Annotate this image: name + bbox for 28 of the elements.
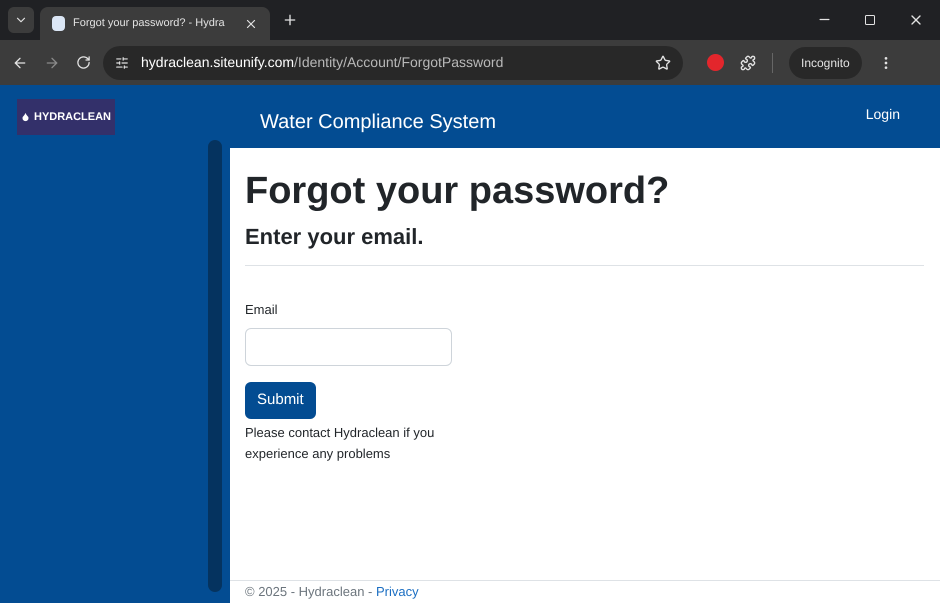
back-icon[interactable]: [12, 54, 28, 70]
site-title: Water Compliance System: [260, 110, 496, 135]
puzzle-icon[interactable]: [740, 54, 756, 70]
scrollbar[interactable]: [208, 140, 222, 592]
url-text: hydraclean.siteunify.com/Identity/Account/ForgotPassword: [141, 53, 504, 72]
site-settings-icon[interactable]: [115, 56, 129, 70]
forward-icon[interactable]: [44, 54, 60, 70]
logo[interactable]: HYDRACLEAN: [17, 99, 115, 135]
maximize-icon[interactable]: [864, 14, 876, 26]
profile-chip[interactable]: Incognito: [789, 46, 862, 78]
footer-text: © 2025 - Hydraclean -: [245, 583, 374, 602]
star-icon[interactable]: [655, 54, 671, 70]
reload-icon[interactable]: [76, 55, 91, 70]
email-label: Email: [245, 300, 279, 318]
address-bar[interactable]: hydraclean.siteunify.com/Identity/Account/ForgotPassword: [103, 46, 683, 80]
new-tab-icon[interactable]: [282, 12, 298, 28]
browser-tab[interactable]: Forgot your password? - Hydra: [40, 7, 270, 40]
contact-note: Please contact Hydraclean if you experience any problems: [245, 424, 436, 463]
email-field[interactable]: [245, 328, 452, 366]
tab-list-button[interactable]: [8, 7, 34, 33]
page-subheading: Enter your email.: [245, 222, 425, 251]
privacy-link[interactable]: Privacy: [376, 582, 419, 602]
submit-button[interactable]: Submit: [245, 382, 316, 419]
drop-icon: [21, 111, 30, 123]
page-icon: [52, 16, 65, 31]
page-heading: Forgot your password?: [245, 169, 670, 214]
login-link[interactable]: Login: [866, 104, 900, 125]
tab-title: Forgot your password? - Hydra: [73, 16, 226, 32]
